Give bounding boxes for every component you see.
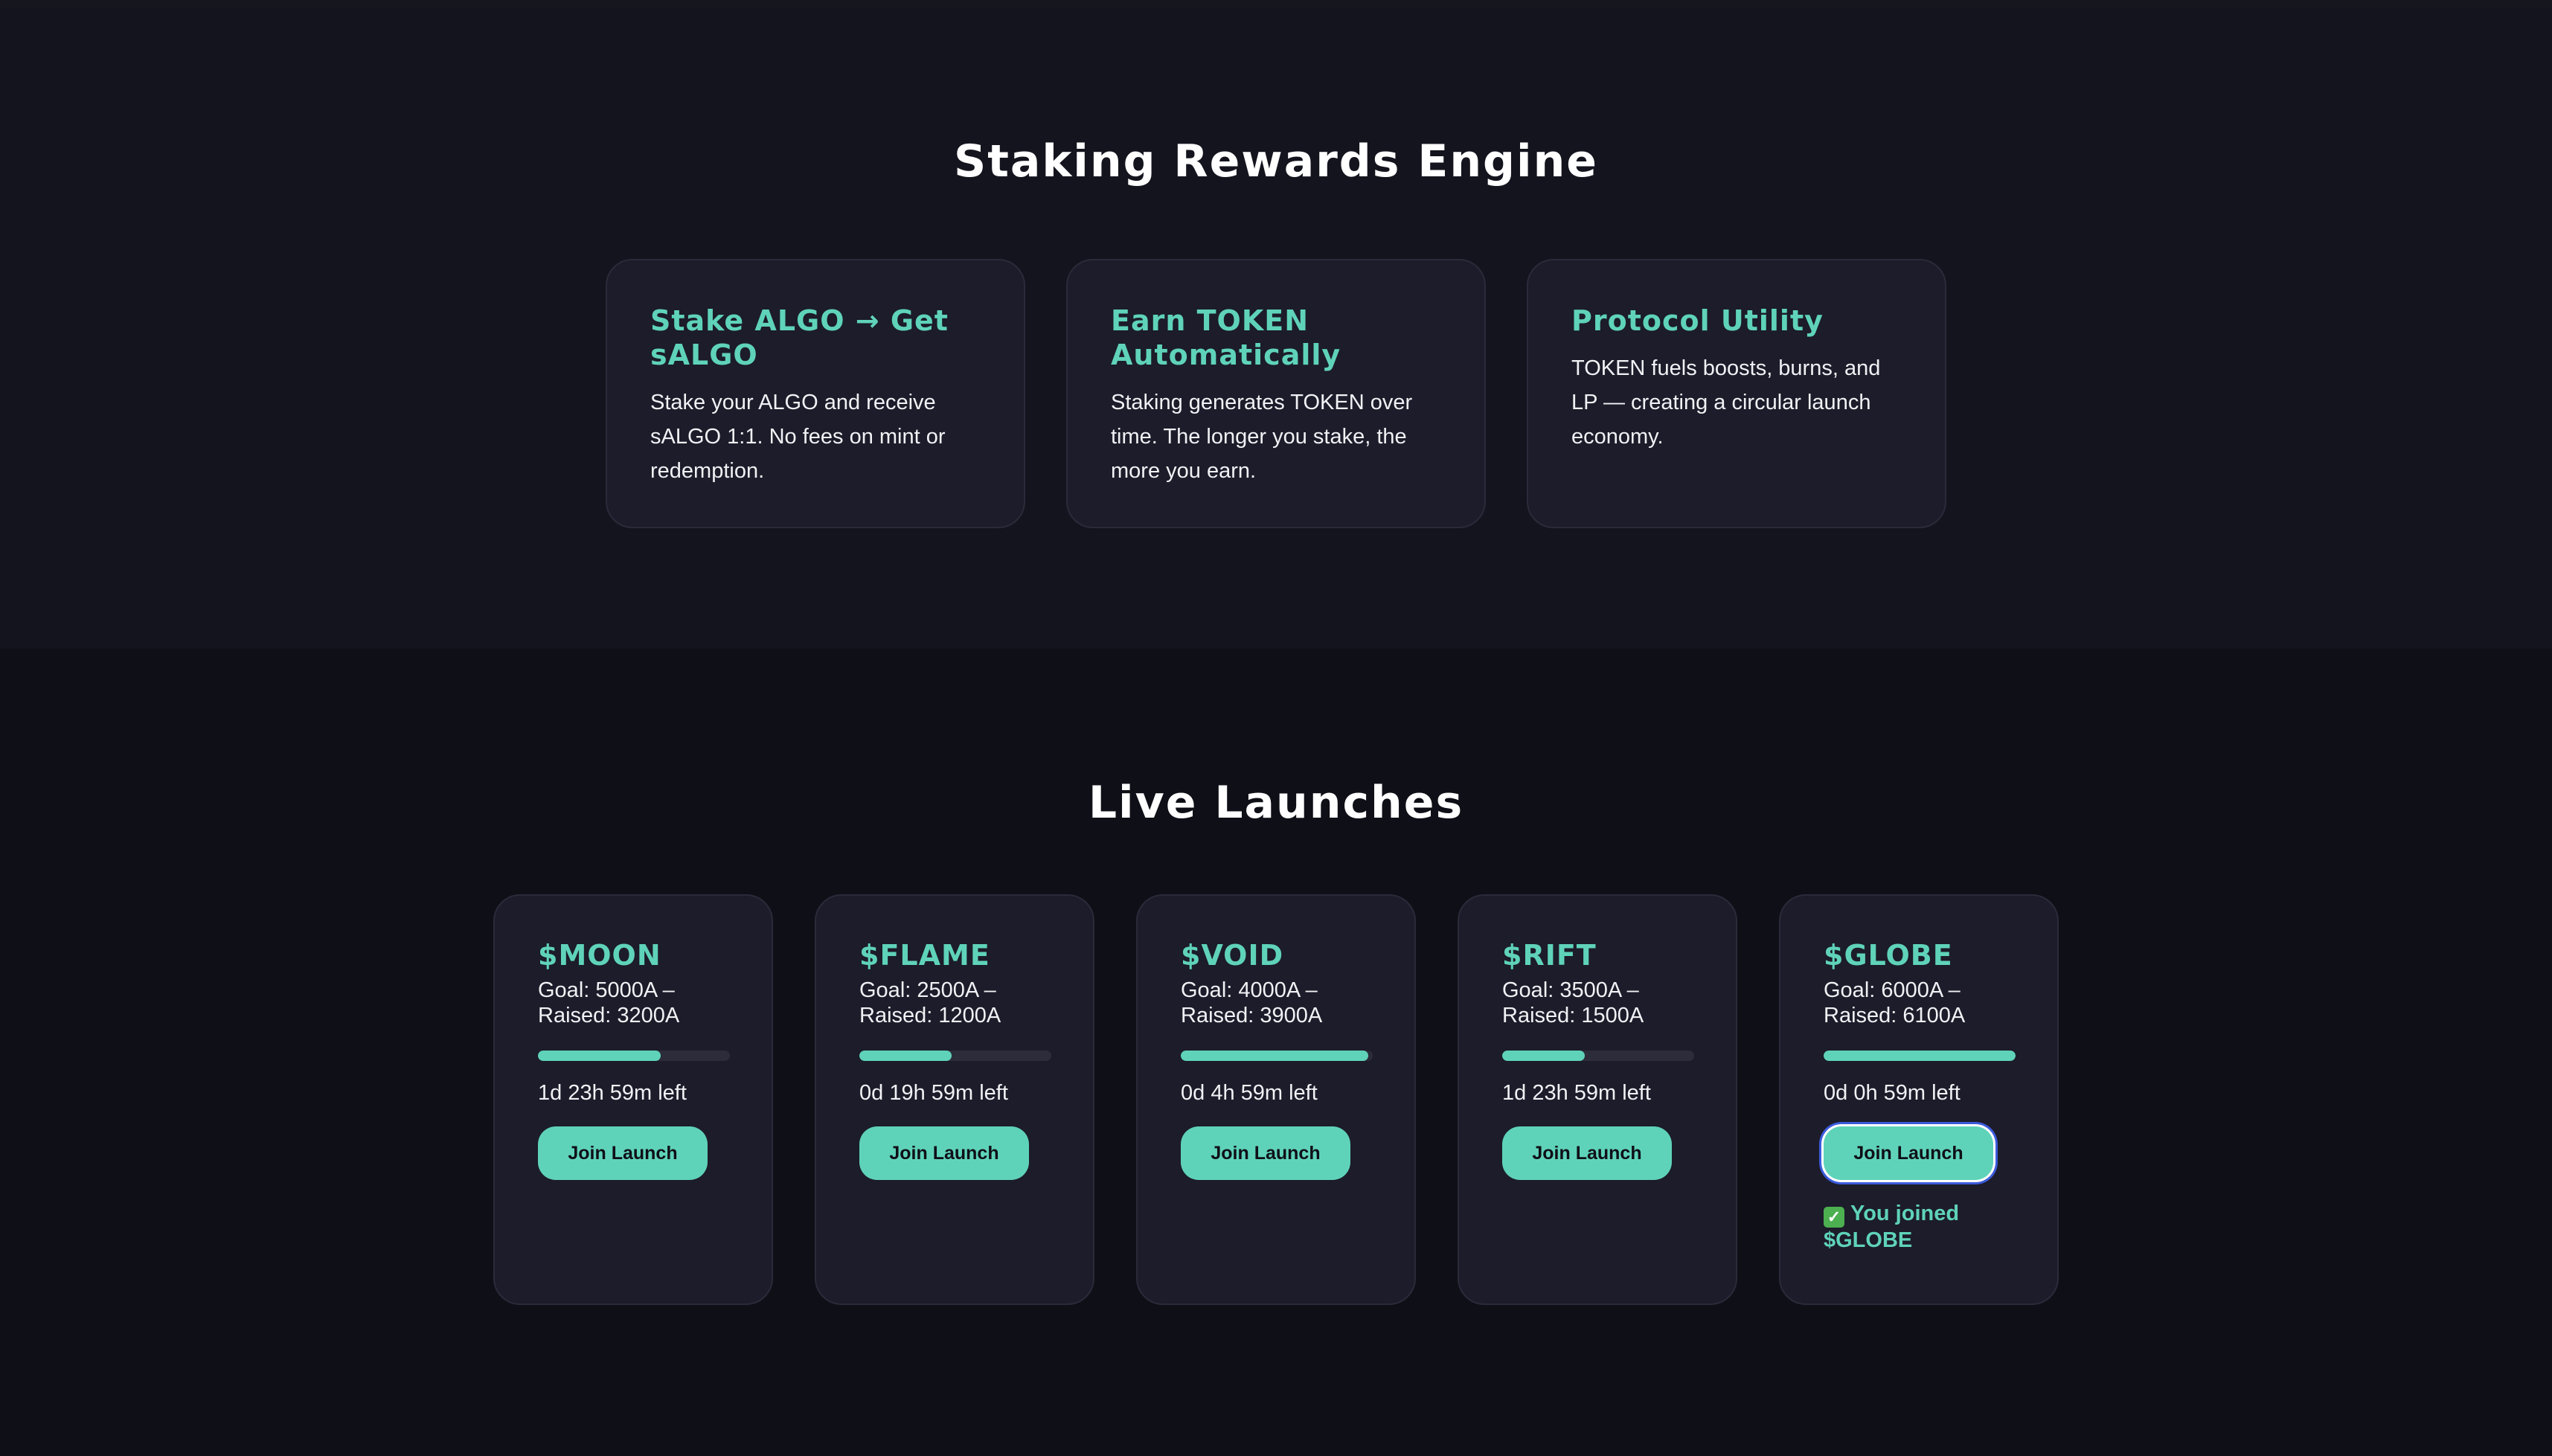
launch-progress-bar [1824, 1051, 2016, 1061]
launch-card-globe: $GLOBE Goal: 6000A – Raised: 6100A 0d 0h… [1779, 894, 2059, 1305]
launch-goal: Goal: 2500A – Raised: 1200A [859, 978, 1050, 1028]
launch-progress-bar [1502, 1051, 1694, 1061]
launch-ticker: $GLOBE [1824, 939, 1953, 972]
launch-goal: Goal: 5000A – Raised: 3200A [538, 978, 728, 1028]
launch-progress-fill [538, 1051, 661, 1061]
launch-time-left: 0d 4h 59m left [1181, 1081, 1318, 1105]
launch-raised-line: Raised: 6100A [1824, 1004, 1966, 1027]
launch-card-moon: $MOON Goal: 5000A – Raised: 3200A 1d 23h… [493, 894, 773, 1305]
launch-goal-line: Goal: 4000A – [1181, 978, 1318, 1002]
join-launch-button[interactable]: Join Launch [538, 1126, 708, 1180]
launch-time-left: 0d 0h 59m left [1824, 1081, 1961, 1105]
launch-ticker: $VOID [1181, 939, 1284, 972]
feature-card-utility: Protocol Utility TOKEN fuels boosts, bur… [1527, 259, 1946, 528]
launch-raised-line: Raised: 3900A [1181, 1004, 1323, 1027]
launch-time-left: 0d 19h 59m left [859, 1081, 1008, 1105]
launch-progress-fill [1181, 1051, 1368, 1061]
launch-time-left: 1d 23h 59m left [538, 1081, 687, 1105]
feature-card-title: Protocol Utility [1571, 304, 1824, 337]
launch-progress-bar [1181, 1051, 1373, 1061]
launches-section: Live Launches $MOON Goal: 5000A – Raised… [0, 649, 2552, 1456]
launch-goal-line: Goal: 5000A – [538, 978, 675, 1002]
launch-card-flame: $FLAME Goal: 2500A – Raised: 1200A 0d 19… [815, 894, 1094, 1305]
top-border [0, 0, 2552, 7]
launch-goal: Goal: 4000A – Raised: 3900A [1181, 978, 1371, 1028]
launch-time-left: 1d 23h 59m left [1502, 1081, 1651, 1105]
join-launch-button[interactable]: Join Launch [1502, 1126, 1672, 1180]
feature-card-text: Staking generates TOKEN over time. The l… [1111, 391, 1413, 483]
join-launch-button[interactable]: Join Launch [1181, 1126, 1350, 1180]
launch-raised-line: Raised: 1200A [859, 1004, 1001, 1027]
launch-raised-line: Raised: 1500A [1502, 1004, 1644, 1027]
launch-progress-bar [538, 1051, 730, 1061]
joined-confirmation: ✓ You joined $GLOBE [1824, 1201, 2014, 1253]
feature-card-title: Stake ALGO → Get sALGO [650, 304, 949, 371]
launches-section-title: Live Launches [1088, 777, 1464, 829]
check-icon: ✓ [1824, 1207, 1844, 1228]
launch-progress-fill [1502, 1051, 1585, 1061]
feature-card-stake: Stake ALGO → Get sALGO Stake your ALGO a… [606, 259, 1025, 528]
launch-card-void: $VOID Goal: 4000A – Raised: 3900A 0d 4h … [1136, 894, 1416, 1305]
launch-progress-bar [859, 1051, 1051, 1061]
launch-goal: Goal: 3500A – Raised: 1500A [1502, 978, 1693, 1028]
launch-progress-fill [859, 1051, 952, 1061]
launch-goal-line: Goal: 6000A – [1824, 978, 1961, 1002]
launch-goal-line: Goal: 3500A – [1502, 978, 1639, 1002]
launch-raised-line: Raised: 3200A [538, 1004, 680, 1027]
launch-progress-fill [1824, 1051, 2016, 1061]
staking-section: Staking Rewards Engine Stake ALGO → Get … [0, 7, 2552, 649]
feature-card-earn: Earn TOKEN Automatically Staking generat… [1066, 259, 1486, 528]
launch-ticker: $MOON [538, 939, 661, 972]
join-launch-button[interactable]: Join Launch [859, 1126, 1029, 1180]
launch-goal: Goal: 6000A – Raised: 6100A [1824, 978, 2014, 1028]
launch-ticker: $FLAME [859, 939, 990, 972]
join-launch-button[interactable]: Join Launch [1824, 1126, 1993, 1180]
feature-card-title: Earn TOKEN Automatically [1111, 304, 1341, 371]
feature-card-text: Stake your ALGO and receive sALGO 1:1. N… [650, 391, 946, 483]
launch-ticker: $RIFT [1502, 939, 1597, 972]
launch-goal-line: Goal: 2500A – [859, 978, 996, 1002]
launch-card-rift: $RIFT Goal: 3500A – Raised: 1500A 1d 23h… [1458, 894, 1737, 1305]
feature-card-text: TOKEN fuels boosts, burns, and LP — crea… [1571, 356, 1881, 449]
staking-section-title: Staking Rewards Engine [954, 135, 1598, 187]
